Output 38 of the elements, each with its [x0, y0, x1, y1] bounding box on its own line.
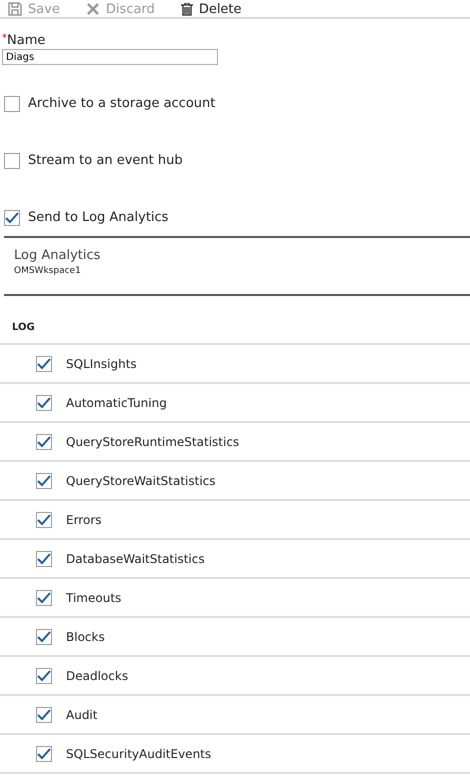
checkbox[interactable]: [36, 356, 52, 372]
field-label: *Name: [2, 33, 46, 48]
checkbox-label: QueryStoreWaitStatistics: [66, 474, 216, 488]
checkbox[interactable]: [4, 152, 20, 168]
checkbox[interactable]: [36, 394, 52, 410]
checkbox-label: Archive to a storage account: [28, 96, 216, 111]
name-field[interactable]: Diags: [2, 49, 218, 65]
checkbox-label: SQLSecurityAuditEvents: [66, 746, 212, 760]
checkbox-label: QueryStoreRuntimeStatistics: [66, 434, 240, 448]
workspace-name: OMSWkspace1: [14, 266, 82, 276]
checkbox[interactable]: [36, 434, 52, 450]
required-mark: *: [2, 33, 7, 44]
checkbox[interactable]: [4, 210, 20, 226]
checkbox[interactable]: [36, 512, 52, 528]
checkbox[interactable]: [36, 590, 52, 606]
section-title: Log Analytics: [14, 248, 102, 263]
checkbox[interactable]: [36, 706, 52, 722]
checkbox-label: Timeouts: [66, 590, 122, 604]
checkbox-label: Errors: [66, 512, 102, 526]
save-icon: [8, 2, 22, 16]
checkbox-label: SQLInsights: [66, 356, 137, 370]
checkbox[interactable]: [36, 550, 52, 566]
checkbox[interactable]: [36, 746, 52, 762]
checkbox-label: Send to Log Analytics: [28, 210, 168, 225]
checkbox[interactable]: [36, 668, 52, 684]
checkbox-label: AutomaticTuning: [66, 396, 167, 410]
close-icon: [86, 2, 100, 16]
checkbox-label: DatabaseWaitStatistics: [66, 552, 205, 566]
checkbox[interactable]: [4, 96, 20, 112]
checkbox-label: Blocks: [66, 630, 105, 644]
trash-icon: [180, 2, 193, 16]
checkbox-label: Deadlocks: [66, 668, 128, 682]
checkbox[interactable]: [36, 472, 52, 488]
section-heading: LOG: [0, 296, 470, 345]
checkbox-label: Audit: [66, 708, 98, 722]
delete-button[interactable]: Delete: [178, 1, 244, 17]
checkbox[interactable]: [36, 628, 52, 644]
checkbox-label: Stream to an event hub: [28, 153, 183, 168]
